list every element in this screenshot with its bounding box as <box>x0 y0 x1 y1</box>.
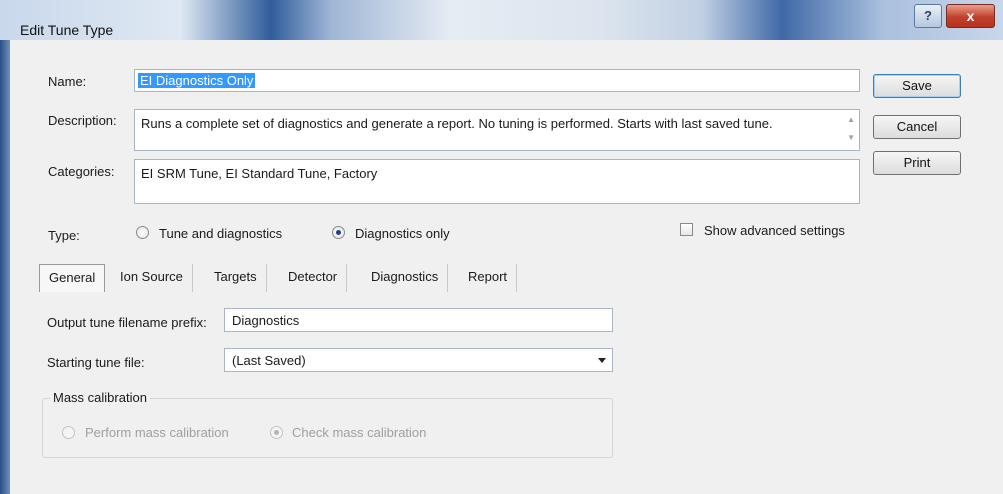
categories-label: Categories: <box>48 164 115 179</box>
window-title: Edit Tune Type <box>20 22 114 38</box>
prefix-input[interactable]: Diagnostics <box>224 308 613 332</box>
starting-tune-select[interactable]: (Last Saved) <box>224 348 613 372</box>
show-advanced-label[interactable]: Show advanced settings <box>704 223 845 238</box>
help-button[interactable]: ? <box>914 4 942 28</box>
print-button[interactable]: Print <box>873 151 961 175</box>
prefix-value: Diagnostics <box>232 313 300 328</box>
help-icon: ? <box>924 8 932 23</box>
description-field[interactable]: Runs a complete set of diagnostics and g… <box>134 109 860 151</box>
description-label: Description: <box>48 113 117 128</box>
tab-ion-source[interactable]: Ion Source <box>111 264 193 292</box>
mass-calibration-legend: Mass calibration <box>50 390 150 405</box>
scroll-up-icon[interactable]: ▲ <box>847 115 855 124</box>
chevron-down-icon[interactable] <box>598 358 606 363</box>
name-input-value: EI Diagnostics Only <box>138 73 256 88</box>
description-value: Runs a complete set of diagnostics and g… <box>141 116 773 131</box>
perform-mass-calibration-radio[interactable] <box>62 426 75 439</box>
check-mass-calibration-radio[interactable] <box>270 426 283 439</box>
window-frame-edge <box>0 40 10 494</box>
close-button[interactable]: x <box>946 4 995 28</box>
type-label: Type: <box>48 228 80 243</box>
type-diagnostics-only-label[interactable]: Diagnostics only <box>355 226 450 241</box>
perform-mass-calibration-label[interactable]: Perform mass calibration <box>85 425 229 440</box>
tab-general[interactable]: General <box>39 264 106 292</box>
prefix-label: Output tune filename prefix: <box>47 315 207 330</box>
categories-value: EI SRM Tune, EI Standard Tune, Factory <box>141 166 378 181</box>
check-mass-calibration-label[interactable]: Check mass calibration <box>292 425 426 440</box>
dialog-window: Edit Tune Type ? x Name: EI Diagnostics … <box>0 0 1003 494</box>
cancel-button[interactable]: Cancel <box>873 115 961 139</box>
categories-field[interactable]: EI SRM Tune, EI Standard Tune, Factory <box>134 159 860 204</box>
tab-targets[interactable]: Targets <box>205 264 267 292</box>
save-button[interactable]: Save <box>873 74 961 98</box>
tab-detector[interactable]: Detector <box>279 264 348 292</box>
tab-report[interactable]: Report <box>459 264 518 292</box>
dialog-client-area: Name: EI Diagnostics Only Description: R… <box>10 40 1003 494</box>
title-bar[interactable]: Edit Tune Type ? x <box>0 0 1003 40</box>
name-input[interactable]: EI Diagnostics Only <box>134 69 860 92</box>
show-advanced-checkbox[interactable] <box>680 223 693 236</box>
close-icon: x <box>966 8 975 24</box>
type-tune-and-diagnostics-radio[interactable] <box>136 226 149 239</box>
starting-tune-label: Starting tune file: <box>47 355 145 370</box>
type-tune-and-diagnostics-label[interactable]: Tune and diagnostics <box>159 226 282 241</box>
starting-tune-value: (Last Saved) <box>232 353 306 368</box>
scroll-down-icon[interactable]: ▼ <box>847 133 855 142</box>
name-label: Name: <box>48 74 87 89</box>
type-diagnostics-only-radio[interactable] <box>332 226 345 239</box>
tab-diagnostics[interactable]: Diagnostics <box>362 264 449 292</box>
